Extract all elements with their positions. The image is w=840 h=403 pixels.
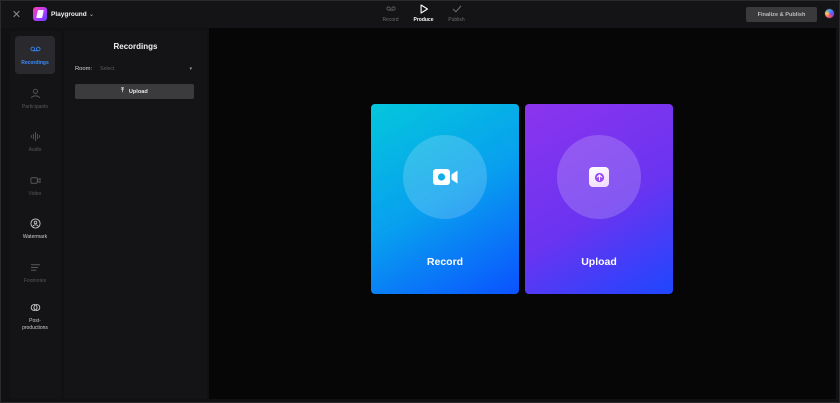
arrow-up-icon [594, 172, 604, 182]
room-select-placeholder: Select [100, 66, 115, 72]
sidebar-item-label: Footnotes [23, 278, 47, 284]
record-card-label: Record [426, 256, 464, 268]
app-logo [33, 7, 47, 21]
panel-title: Recordings [113, 42, 158, 51]
top-bar: ✕ Playground ⌄ Record Produce Publish Fi… [1, 1, 839, 28]
sidebar-item-audio[interactable]: Audio [15, 131, 55, 154]
room-label: Room: [75, 66, 93, 72]
post-production-icon [30, 304, 40, 311]
sidebar-item-label: Participants [21, 104, 49, 110]
workflow-steps: Record Produce Publish [374, 4, 473, 26]
check-icon [452, 5, 461, 13]
close-icon[interactable]: ✕ [10, 8, 23, 21]
recording-icon [30, 46, 40, 52]
sidebar-item-post-productions[interactable]: Post-productions [15, 302, 55, 331]
step-produce-label: Produce [413, 17, 434, 23]
step-publish-label: Publish [448, 17, 465, 23]
chevron-down-icon: ⌄ [88, 11, 95, 18]
sidebar-item-video[interactable]: Video [15, 175, 55, 198]
sidebar-item-label: Recordings [21, 60, 49, 66]
recordings-panel: Recordings Room: Select ▾ ⤒ Upload [64, 31, 207, 399]
audio-wave-icon [30, 131, 40, 142]
sidebar-item-label: Video [28, 191, 42, 197]
step-record-label: Record [382, 17, 399, 23]
upload-arrow-icon [589, 167, 609, 187]
upload-card-label: Upload [581, 256, 617, 268]
sidebar-item-label: Watermark [22, 234, 48, 240]
stage: Record Upload [209, 28, 836, 399]
sidebar-item-label: Audio [28, 147, 42, 153]
finalize-publish-button[interactable]: Finalize & Publish [746, 7, 817, 22]
record-card[interactable]: Record [371, 104, 519, 294]
video-camera-icon [433, 169, 458, 185]
upload-card[interactable]: Upload [525, 104, 673, 294]
sidebar-item-recordings[interactable]: Recordings [15, 36, 55, 74]
sidebar-item-label: Post-productions [22, 318, 48, 331]
upload-circle [557, 135, 641, 219]
sidebar-item-participants[interactable]: Participants [15, 88, 55, 111]
watermark-icon [29, 218, 41, 229]
avatar[interactable] [824, 8, 835, 19]
upload-button-label: Upload [128, 88, 148, 95]
step-publish[interactable]: Publish [440, 4, 473, 26]
label-line-2: productions [22, 324, 48, 331]
sidebar: Recordings Participants Audio Video Wate… [10, 31, 61, 399]
label-line-1: Post- [29, 318, 41, 324]
recording-icon [386, 6, 395, 11]
sidebar-item-footnotes[interactable]: Footnotes [15, 262, 55, 285]
play-icon [420, 4, 428, 14]
sidebar-item-watermark[interactable]: Watermark [15, 218, 55, 241]
step-produce[interactable]: Produce [407, 4, 440, 26]
list-icon [30, 264, 40, 271]
project-switcher[interactable]: Playground ⌄ [51, 10, 94, 18]
step-record[interactable]: Record [374, 4, 407, 26]
caret-down-icon: ▾ [189, 66, 192, 72]
upload-button[interactable]: ⤒ Upload [75, 84, 194, 99]
room-select[interactable]: Select ▾ [100, 63, 195, 75]
upload-icon: ⤒ [121, 88, 124, 94]
video-camera-icon [29, 177, 41, 184]
person-icon [30, 88, 40, 99]
project-name: Playground [51, 11, 87, 18]
record-circle [403, 135, 487, 219]
app-window: ✕ Playground ⌄ Record Produce Publish Fi… [0, 0, 840, 403]
